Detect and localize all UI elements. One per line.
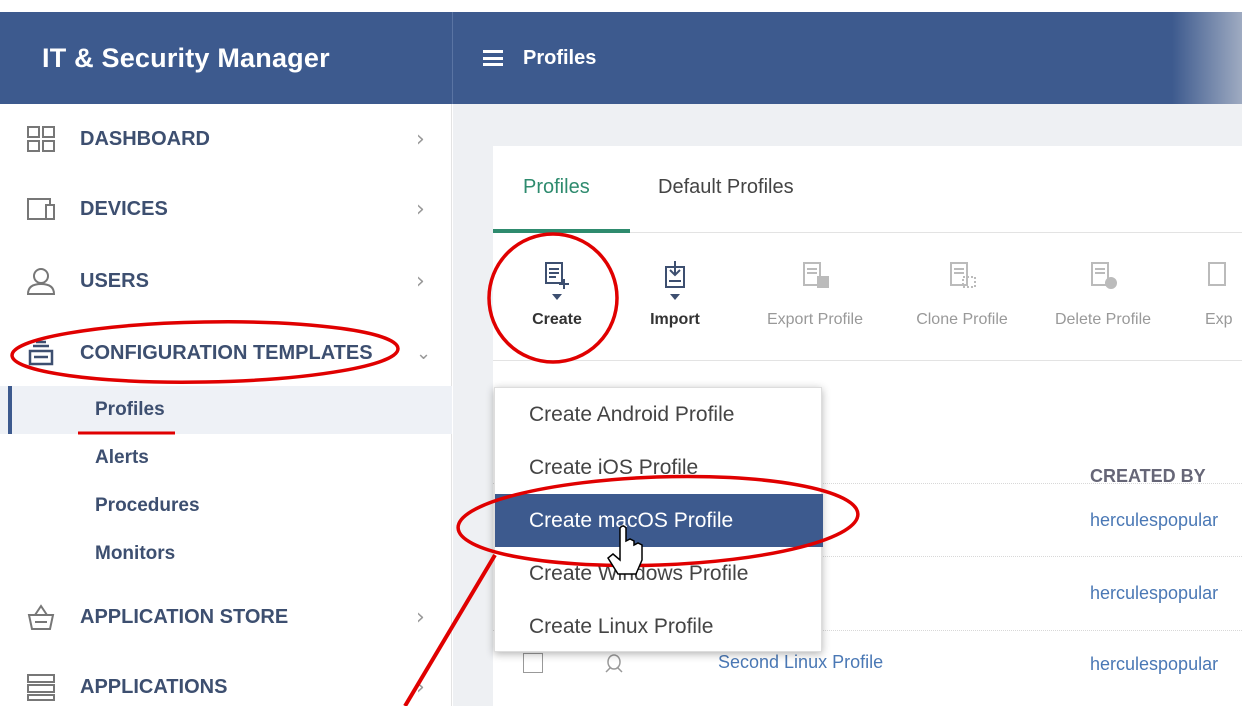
tab-default-profiles[interactable]: Default Profiles [658,176,794,199]
sidebar-item-label: DASHBOARD [80,127,210,150]
create-button[interactable]: Create [497,259,617,329]
store-icon [27,604,55,630]
export-profile-button[interactable]: Export Profile [755,259,875,329]
sidebar-item-users[interactable]: USERS › [0,254,452,308]
active-tab-indicator [493,229,630,233]
profile-name-link[interactable]: Second Linux Profile [718,652,883,673]
create-windows-profile-item[interactable]: Create Windows Profile [495,547,823,600]
applications-icon [27,674,55,701]
chevron-right-icon: › [416,268,425,294]
sidebar-subitem-label: Profiles [95,399,165,420]
user-icon [26,268,56,295]
page-title: Profiles [523,46,597,69]
toolbar: Create Import Export Profile Clone Profi… [493,241,1242,361]
sidebar-item-configuration-templates[interactable]: CONFIGURATION TEMPLATES ⌄ [0,326,452,380]
create-profile-dropdown: Create Android Profile Create iOS Profil… [494,387,823,653]
sidebar-item-label: DEVICES [80,197,168,220]
sidebar-item-dashboard[interactable]: DASHBOARD › [0,112,452,166]
top-bar: Profiles [452,12,1242,104]
brand-bar: IT & Security Manager [0,12,452,104]
create-ios-profile-item[interactable]: Create iOS Profile [495,441,823,494]
sidebar-item-label: APPLICATIONS [80,675,228,698]
create-macos-profile-item[interactable]: Create macOS Profile [495,494,823,547]
clone-profile-button[interactable]: Clone Profile [902,259,1022,329]
create-linux-profile-item[interactable]: Create Linux Profile [495,600,823,653]
export-button-truncated[interactable]: Exp [1175,259,1235,329]
import-label: Import [650,311,700,328]
sidebar-subitem-label: Alerts [95,447,149,468]
templates-icon [28,340,54,366]
export-label: Exp [1205,311,1233,328]
clone-profile-icon [950,262,976,288]
chevron-right-icon: › [416,674,425,700]
export-icon [1208,262,1226,286]
app-title: IT & Security Manager [42,42,330,73]
sidebar-item-applications[interactable]: APPLICATIONS › [0,660,452,706]
created-by-cell[interactable]: herculespopular [1090,654,1218,675]
sidebar-subitem-alerts[interactable]: Alerts [0,434,452,482]
create-label: Create [532,311,582,328]
create-profile-icon [545,262,569,300]
linux-icon [605,654,623,673]
tab-profiles[interactable]: Profiles [523,176,590,199]
sidebar-item-label: USERS [80,269,149,292]
sidebar-item-label: CONFIGURATION TEMPLATES [80,341,373,364]
chevron-right-icon: › [416,196,425,222]
chevron-right-icon: › [416,604,425,630]
sidebar-subitem-procedures[interactable]: Procedures [0,482,452,530]
create-android-profile-item[interactable]: Create Android Profile [495,388,823,441]
created-by-cell[interactable]: herculespopular [1090,583,1218,604]
hamburger-menu-icon[interactable] [483,50,503,66]
import-icon [665,261,685,300]
delete-profile-label: Delete Profile [1054,311,1152,328]
sidebar-item-label: APPLICATION STORE [80,605,289,628]
chevron-down-icon: ⌄ [416,342,432,364]
clone-profile-label: Clone Profile [916,311,1008,328]
sidebar-item-application-store[interactable]: APPLICATION STORE › [0,590,452,644]
sidebar-subitem-label: Monitors [95,543,176,564]
import-button[interactable]: Import [615,259,735,329]
delete-profile-button[interactable]: Delete Profile [1043,259,1163,329]
chevron-right-icon: › [416,126,425,152]
sidebar: DASHBOARD › DEVICES › USERS › CONFIGURAT… [0,104,452,706]
sidebar-subitem-monitors[interactable]: Monitors [0,530,452,578]
export-profile-icon [803,262,829,288]
sidebar-subitem-label: Procedures [95,495,200,516]
sidebar-subitem-profiles[interactable]: Profiles [0,386,452,434]
header-fade [1172,12,1242,104]
created-by-cell[interactable]: herculespopular [1090,510,1218,531]
delete-profile-icon [1091,262,1117,289]
sidebar-item-devices[interactable]: DEVICES › [0,182,452,236]
row-checkbox[interactable] [523,653,543,673]
tab-bar: Profiles Default Profiles [493,146,1242,233]
dashboard-icon [27,126,55,152]
export-profile-label: Export Profile [766,311,864,328]
devices-icon [27,198,55,220]
